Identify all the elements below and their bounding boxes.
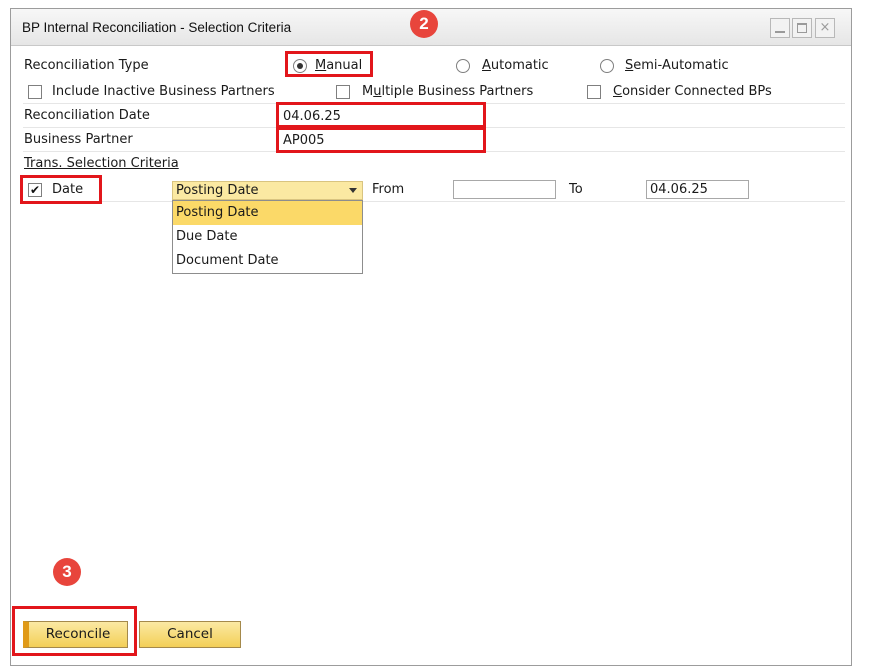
reconciliation-type-label: Reconciliation Type <box>24 58 149 73</box>
close-icon[interactable]: × <box>815 18 835 38</box>
highlight-reconciliation-date <box>276 102 486 128</box>
trans-selection-criteria-label: Trans. Selection Criteria <box>24 156 179 171</box>
highlight-manual-radio <box>285 51 373 77</box>
row-divider <box>23 201 845 202</box>
include-inactive-checkbox[interactable] <box>28 85 42 99</box>
minimize-icon[interactable] <box>770 18 790 38</box>
to-label: To <box>569 182 583 197</box>
chevron-down-icon[interactable] <box>349 188 357 193</box>
multiple-bps-label: Multiple Business Partners <box>362 84 534 99</box>
connected-bps-checkbox[interactable] <box>587 85 601 99</box>
date-type-dropdown: Posting Date Due Date Document Date <box>172 200 363 274</box>
from-label: From <box>372 182 405 197</box>
date-type-selected-value: Posting Date <box>176 183 259 198</box>
date-type-select[interactable]: Posting Date <box>172 181 363 200</box>
connected-bps-label: Consider Connected BPs <box>613 84 772 99</box>
radio-semi-automatic[interactable] <box>600 59 614 73</box>
radio-automatic[interactable] <box>456 59 470 73</box>
reconciliation-date-label: Reconciliation Date <box>24 108 150 123</box>
radio-semi-automatic-label[interactable]: Semi-Automatic <box>625 58 729 73</box>
step-badge-2: 2 <box>410 10 438 38</box>
dropdown-option-posting-date[interactable]: Posting Date <box>173 201 362 225</box>
dropdown-option-document-date[interactable]: Document Date <box>173 249 362 273</box>
from-date-field[interactable] <box>453 180 556 199</box>
dropdown-option-due-date[interactable]: Due Date <box>173 225 362 249</box>
highlight-reconcile-button <box>12 606 137 656</box>
highlight-date-checkbox <box>20 175 102 204</box>
radio-automatic-label[interactable]: Automatic <box>482 58 549 73</box>
multiple-bps-checkbox[interactable] <box>336 85 350 99</box>
to-date-field[interactable]: 04.06.25 <box>646 180 749 199</box>
cancel-button[interactable]: Cancel <box>139 621 241 648</box>
include-inactive-label: Include Inactive Business Partners <box>52 84 275 99</box>
business-partner-label: Business Partner <box>24 132 133 147</box>
highlight-business-partner <box>276 127 486 153</box>
step-badge-3: 3 <box>53 558 81 586</box>
window-title: BP Internal Reconciliation - Selection C… <box>22 20 292 35</box>
maximize-icon[interactable] <box>792 18 812 38</box>
